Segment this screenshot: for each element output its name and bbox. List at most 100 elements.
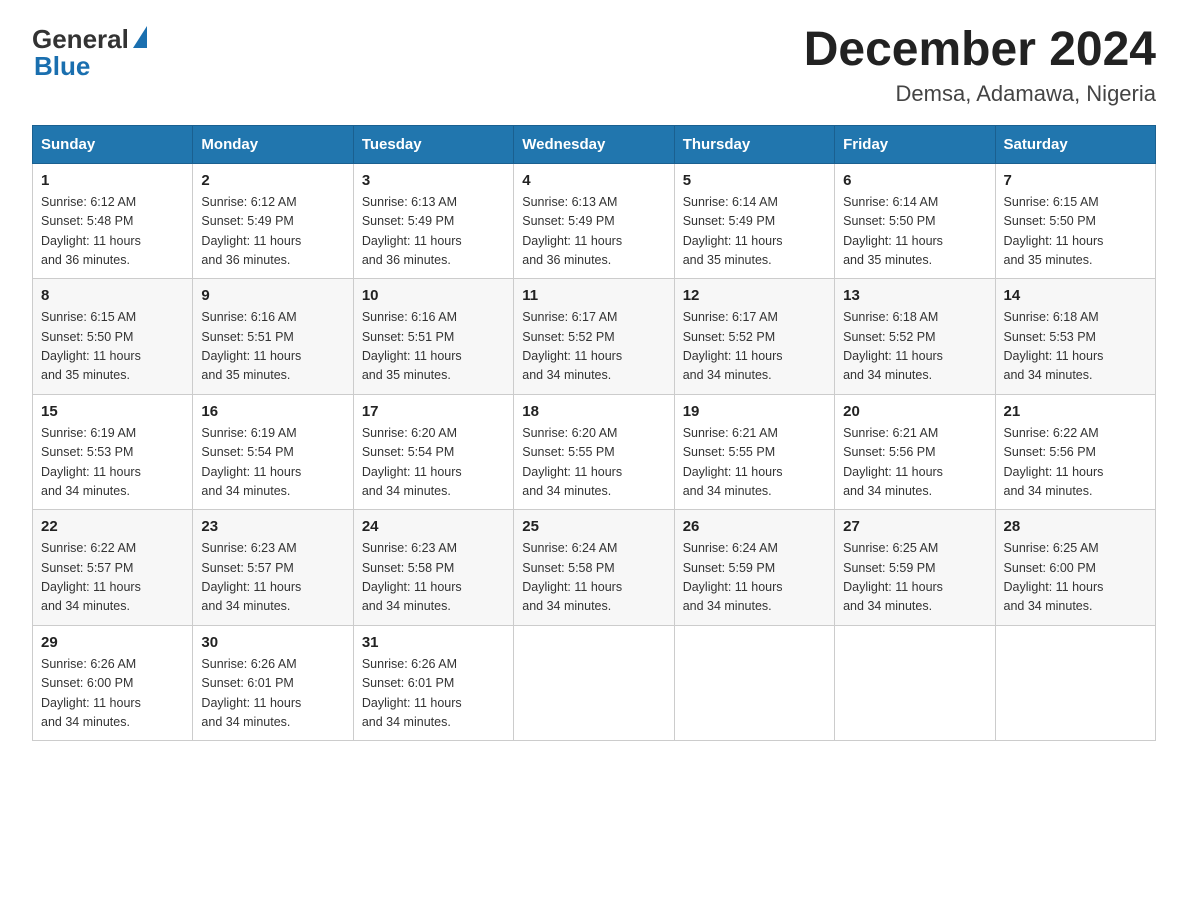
day-info: Sunrise: 6:23 AMSunset: 5:57 PMDaylight:… xyxy=(201,539,344,617)
day-info: Sunrise: 6:26 AMSunset: 6:01 PMDaylight:… xyxy=(362,655,505,733)
header-wednesday: Wednesday xyxy=(514,125,674,163)
header-monday: Monday xyxy=(193,125,353,163)
page-header: General Blue December 2024 Demsa, Adamaw… xyxy=(32,24,1156,107)
calendar-cell: 15 Sunrise: 6:19 AMSunset: 5:53 PMDayligh… xyxy=(33,394,193,510)
header-sunday: Sunday xyxy=(33,125,193,163)
day-number: 27 xyxy=(843,518,986,535)
calendar-cell: 24 Sunrise: 6:23 AMSunset: 5:58 PMDayligh… xyxy=(353,510,513,626)
calendar-cell: 1 Sunrise: 6:12 AMSunset: 5:48 PMDaylight… xyxy=(33,163,193,279)
title-block: December 2024 Demsa, Adamawa, Nigeria xyxy=(804,24,1156,107)
calendar-cell: 26 Sunrise: 6:24 AMSunset: 5:59 PMDayligh… xyxy=(674,510,834,626)
day-number: 7 xyxy=(1004,172,1147,189)
day-number: 11 xyxy=(522,287,665,304)
day-info: Sunrise: 6:21 AMSunset: 5:56 PMDaylight:… xyxy=(843,424,986,502)
day-info: Sunrise: 6:23 AMSunset: 5:58 PMDaylight:… xyxy=(362,539,505,617)
day-number: 9 xyxy=(201,287,344,304)
day-info: Sunrise: 6:15 AMSunset: 5:50 PMDaylight:… xyxy=(41,308,184,386)
day-number: 16 xyxy=(201,403,344,420)
day-info: Sunrise: 6:14 AMSunset: 5:49 PMDaylight:… xyxy=(683,193,826,271)
header-thursday: Thursday xyxy=(674,125,834,163)
calendar-title: December 2024 xyxy=(804,24,1156,77)
day-info: Sunrise: 6:24 AMSunset: 5:58 PMDaylight:… xyxy=(522,539,665,617)
logo-triangle-icon xyxy=(133,26,147,48)
calendar-cell: 22 Sunrise: 6:22 AMSunset: 5:57 PMDayligh… xyxy=(33,510,193,626)
day-number: 19 xyxy=(683,403,826,420)
day-info: Sunrise: 6:25 AMSunset: 5:59 PMDaylight:… xyxy=(843,539,986,617)
calendar-cell: 10 Sunrise: 6:16 AMSunset: 5:51 PMDayligh… xyxy=(353,279,513,395)
day-info: Sunrise: 6:16 AMSunset: 5:51 PMDaylight:… xyxy=(362,308,505,386)
calendar-table: SundayMondayTuesdayWednesdayThursdayFrid… xyxy=(32,125,1156,742)
day-number: 1 xyxy=(41,172,184,189)
header-friday: Friday xyxy=(835,125,995,163)
day-number: 5 xyxy=(683,172,826,189)
calendar-week-row: 15 Sunrise: 6:19 AMSunset: 5:53 PMDayligh… xyxy=(33,394,1156,510)
calendar-cell: 5 Sunrise: 6:14 AMSunset: 5:49 PMDaylight… xyxy=(674,163,834,279)
day-info: Sunrise: 6:14 AMSunset: 5:50 PMDaylight:… xyxy=(843,193,986,271)
day-number: 21 xyxy=(1004,403,1147,420)
calendar-cell: 3Sunrise: 6:13 AMSunset: 5:49 PMDaylight… xyxy=(353,163,513,279)
day-info: Sunrise: 6:19 AMSunset: 5:53 PMDaylight:… xyxy=(41,424,184,502)
calendar-cell xyxy=(674,625,834,741)
calendar-cell: 12Sunrise: 6:17 AMSunset: 5:52 PMDayligh… xyxy=(674,279,834,395)
calendar-cell: 13 Sunrise: 6:18 AMSunset: 5:52 PMDayligh… xyxy=(835,279,995,395)
day-info: Sunrise: 6:18 AMSunset: 5:53 PMDaylight:… xyxy=(1004,308,1147,386)
calendar-cell xyxy=(835,625,995,741)
calendar-cell: 9 Sunrise: 6:16 AMSunset: 5:51 PMDaylight… xyxy=(193,279,353,395)
day-info: Sunrise: 6:25 AMSunset: 6:00 PMDaylight:… xyxy=(1004,539,1147,617)
calendar-cell: 23 Sunrise: 6:23 AMSunset: 5:57 PMDayligh… xyxy=(193,510,353,626)
day-number: 22 xyxy=(41,518,184,535)
calendar-cell: 16Sunrise: 6:19 AMSunset: 5:54 PMDayligh… xyxy=(193,394,353,510)
day-number: 31 xyxy=(362,634,505,651)
day-number: 13 xyxy=(843,287,986,304)
calendar-week-row: 29Sunrise: 6:26 AMSunset: 6:00 PMDayligh… xyxy=(33,625,1156,741)
day-info: Sunrise: 6:21 AMSunset: 5:55 PMDaylight:… xyxy=(683,424,826,502)
day-info: Sunrise: 6:13 AMSunset: 5:49 PMDaylight:… xyxy=(522,193,665,271)
day-number: 15 xyxy=(41,403,184,420)
day-info: Sunrise: 6:20 AMSunset: 5:55 PMDaylight:… xyxy=(522,424,665,502)
day-info: Sunrise: 6:12 AMSunset: 5:48 PMDaylight:… xyxy=(41,193,184,271)
day-number: 2 xyxy=(201,172,344,189)
calendar-cell: 17 Sunrise: 6:20 AMSunset: 5:54 PMDayligh… xyxy=(353,394,513,510)
day-number: 12 xyxy=(683,287,826,304)
day-number: 23 xyxy=(201,518,344,535)
day-number: 24 xyxy=(362,518,505,535)
day-number: 30 xyxy=(201,634,344,651)
calendar-cell: 6 Sunrise: 6:14 AMSunset: 5:50 PMDaylight… xyxy=(835,163,995,279)
day-info: Sunrise: 6:12 AMSunset: 5:49 PMDaylight:… xyxy=(201,193,344,271)
day-number: 6 xyxy=(843,172,986,189)
calendar-cell: 21 Sunrise: 6:22 AMSunset: 5:56 PMDayligh… xyxy=(995,394,1155,510)
day-info: Sunrise: 6:16 AMSunset: 5:51 PMDaylight:… xyxy=(201,308,344,386)
day-number: 4 xyxy=(522,172,665,189)
calendar-cell: 14Sunrise: 6:18 AMSunset: 5:53 PMDayligh… xyxy=(995,279,1155,395)
day-number: 28 xyxy=(1004,518,1147,535)
header-saturday: Saturday xyxy=(995,125,1155,163)
header-tuesday: Tuesday xyxy=(353,125,513,163)
day-info: Sunrise: 6:20 AMSunset: 5:54 PMDaylight:… xyxy=(362,424,505,502)
day-info: Sunrise: 6:26 AMSunset: 6:00 PMDaylight:… xyxy=(41,655,184,733)
day-info: Sunrise: 6:26 AMSunset: 6:01 PMDaylight:… xyxy=(201,655,344,733)
calendar-cell: 7 Sunrise: 6:15 AMSunset: 5:50 PMDaylight… xyxy=(995,163,1155,279)
calendar-cell: 20Sunrise: 6:21 AMSunset: 5:56 PMDayligh… xyxy=(835,394,995,510)
day-info: Sunrise: 6:22 AMSunset: 5:57 PMDaylight:… xyxy=(41,539,184,617)
day-number: 17 xyxy=(362,403,505,420)
day-number: 10 xyxy=(362,287,505,304)
calendar-subtitle: Demsa, Adamawa, Nigeria xyxy=(804,81,1156,107)
calendar-week-row: 1 Sunrise: 6:12 AMSunset: 5:48 PMDaylight… xyxy=(33,163,1156,279)
calendar-cell: 28 Sunrise: 6:25 AMSunset: 6:00 PMDayligh… xyxy=(995,510,1155,626)
day-info: Sunrise: 6:18 AMSunset: 5:52 PMDaylight:… xyxy=(843,308,986,386)
logo: General Blue xyxy=(32,24,147,82)
day-info: Sunrise: 6:15 AMSunset: 5:50 PMDaylight:… xyxy=(1004,193,1147,271)
day-number: 26 xyxy=(683,518,826,535)
calendar-cell: 30 Sunrise: 6:26 AMSunset: 6:01 PMDayligh… xyxy=(193,625,353,741)
calendar-cell: 4 Sunrise: 6:13 AMSunset: 5:49 PMDaylight… xyxy=(514,163,674,279)
calendar-week-row: 8Sunrise: 6:15 AMSunset: 5:50 PMDaylight… xyxy=(33,279,1156,395)
day-info: Sunrise: 6:17 AMSunset: 5:52 PMDaylight:… xyxy=(522,308,665,386)
day-number: 18 xyxy=(522,403,665,420)
calendar-cell: 8Sunrise: 6:15 AMSunset: 5:50 PMDaylight… xyxy=(33,279,193,395)
calendar-cell: 25 Sunrise: 6:24 AMSunset: 5:58 PMDayligh… xyxy=(514,510,674,626)
logo-blue-text: Blue xyxy=(34,51,90,82)
calendar-header-row: SundayMondayTuesdayWednesdayThursdayFrid… xyxy=(33,125,1156,163)
day-number: 25 xyxy=(522,518,665,535)
day-info: Sunrise: 6:24 AMSunset: 5:59 PMDaylight:… xyxy=(683,539,826,617)
day-info: Sunrise: 6:22 AMSunset: 5:56 PMDaylight:… xyxy=(1004,424,1147,502)
